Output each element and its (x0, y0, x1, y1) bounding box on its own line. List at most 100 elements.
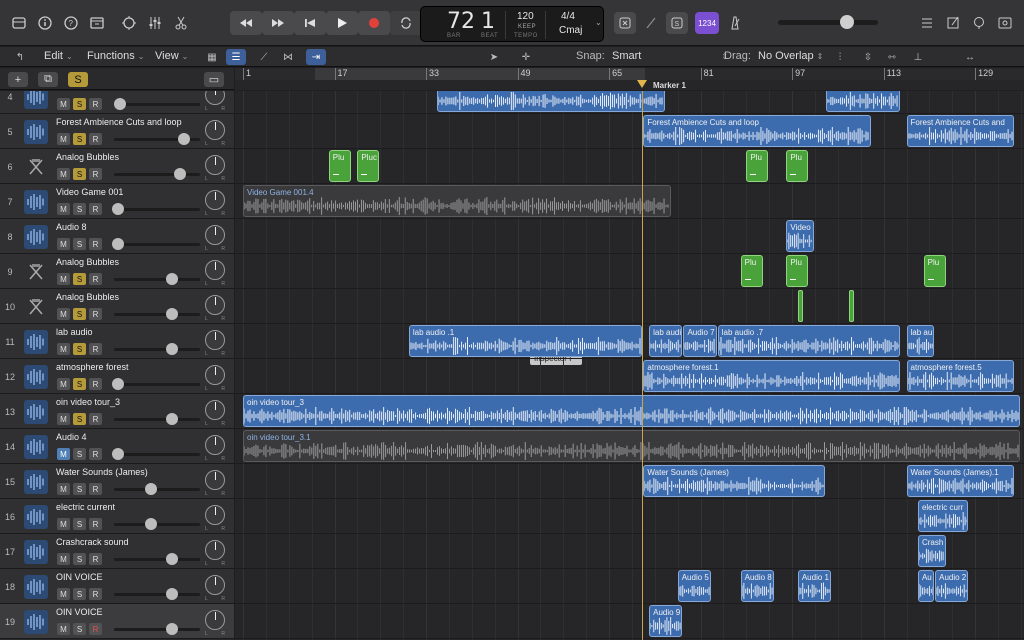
pan-knob[interactable] (205, 610, 225, 630)
solo-button[interactable]: S (73, 623, 86, 635)
midi-region[interactable]: Pluc (357, 150, 380, 182)
track-header[interactable]: 5 Forest Ambience Cuts and loop M S R L R (0, 114, 234, 149)
solo-button[interactable]: S (73, 343, 86, 355)
volume-knob[interactable] (145, 518, 158, 530)
audio-region[interactable]: electric curr (917, 500, 969, 532)
pan-knob[interactable] (205, 505, 225, 525)
master-volume-slider[interactable] (778, 20, 878, 25)
functions-menu[interactable]: Functions ⌄ (87, 50, 144, 62)
metronome-icon[interactable] (724, 12, 746, 34)
audio-region[interactable]: atmosphere forest.5 (906, 360, 1015, 392)
solo-button[interactable]: S (73, 98, 86, 110)
midi-region[interactable]: Plu (923, 255, 946, 287)
track-name[interactable]: Forest Ambience Cuts and loop (56, 117, 182, 127)
view-menu[interactable]: View ⌄ (155, 50, 188, 62)
list-editors-icon[interactable] (916, 12, 938, 34)
audio-region[interactable]: Audio 8 (740, 570, 774, 602)
track-lane[interactable] (235, 149, 1024, 184)
audio-region[interactable]: Audio 1 (797, 570, 832, 602)
horizontal-zoom-slider-icon[interactable]: ↔ (960, 49, 980, 65)
editors-scissors-icon[interactable] (170, 12, 192, 34)
volume-slider[interactable] (114, 383, 200, 386)
record-enable-button[interactable]: R (89, 98, 102, 110)
pan-knob[interactable] (205, 330, 225, 350)
solo-button[interactable]: S (73, 483, 86, 495)
solo-icon[interactable]: S (666, 12, 688, 34)
volume-knob[interactable] (166, 308, 179, 320)
audio-region[interactable]: Video (786, 220, 814, 252)
solo-button[interactable]: S (73, 448, 86, 460)
mute-button[interactable]: M (57, 483, 70, 495)
cycle-icon[interactable] (390, 11, 422, 35)
mute-button[interactable]: M (57, 343, 70, 355)
volume-slider[interactable] (114, 243, 200, 246)
solo-button[interactable]: S (73, 308, 86, 320)
track-name[interactable]: oin video tour_3 (56, 397, 120, 407)
pan-knob[interactable] (205, 260, 225, 280)
global-solo-button[interactable]: S (68, 72, 88, 87)
mute-button[interactable]: M (57, 168, 70, 180)
vertical-zoom-slider-icon[interactable]: ⊥ (908, 49, 928, 65)
audio-region[interactable] (437, 91, 666, 112)
solo-button[interactable]: S (73, 518, 86, 530)
back-arrow-icon[interactable]: ↰ (10, 49, 30, 65)
track-header[interactable]: 14 Audio 4 MSR LR (0, 429, 234, 464)
vertical-zoom-icon[interactable]: ⇳ (858, 49, 878, 65)
fast-forward-button[interactable] (262, 11, 294, 35)
record-enable-button[interactable]: R (89, 448, 102, 460)
track-lane[interactable] (235, 254, 1024, 289)
catch-icon[interactable]: ⇥ (306, 49, 326, 65)
record-enable-button[interactable]: R (89, 553, 102, 565)
pan-knob[interactable] (205, 91, 225, 105)
audio-region[interactable]: lab audi (649, 325, 683, 357)
solo-button[interactable]: S (73, 413, 86, 425)
mute-button[interactable]: M (57, 308, 70, 320)
track-lane[interactable] (235, 219, 1024, 254)
pan-knob[interactable] (205, 295, 225, 315)
audio-region[interactable]: Water Sounds (James) (643, 465, 826, 497)
volume-knob[interactable] (177, 133, 190, 145)
record-enable-button[interactable]: R (89, 168, 102, 180)
record-button[interactable] (358, 11, 390, 35)
count-in-button[interactable]: 1234 (695, 12, 719, 34)
volume-knob[interactable] (166, 623, 179, 635)
horizontal-fit-icon[interactable]: ⇿ (882, 49, 902, 65)
volume-slider[interactable] (114, 628, 200, 631)
solo-button[interactable]: S (73, 133, 86, 145)
solo-button[interactable]: S (73, 588, 86, 600)
master-volume-knob[interactable] (840, 15, 854, 29)
edit-menu[interactable]: Edit ⌄ (44, 50, 73, 62)
track-header[interactable]: 19 OIN VOICE M S R L R (0, 604, 234, 639)
pan-knob[interactable] (205, 435, 225, 455)
volume-knob[interactable] (166, 588, 179, 600)
volume-slider[interactable] (114, 103, 200, 106)
volume-knob[interactable] (112, 378, 125, 390)
volume-slider[interactable] (114, 173, 200, 176)
track-lane[interactable] (235, 289, 1024, 324)
record-enable-button[interactable]: R (89, 273, 102, 285)
track-name[interactable]: Audio 4 (56, 432, 87, 442)
snap-select[interactable]: Smart ⇕ (612, 50, 728, 62)
pointer-tool-icon[interactable]: ➤ (484, 49, 504, 65)
midi-region[interactable] (797, 290, 803, 322)
crosshair-tool-icon[interactable]: ✛ (516, 49, 536, 65)
lcd-display[interactable]: 72 1 BAR BEAT 120 KEEP TEMPO 4/4 Cmaj ⌄ (420, 6, 604, 42)
track-name[interactable]: atmosphere forest (56, 362, 129, 372)
mute-button[interactable]: M (57, 273, 70, 285)
quick-help-icon[interactable]: ? (60, 12, 82, 34)
track-name[interactable]: Crashcrack sound (56, 537, 129, 547)
toolbar-icon[interactable] (86, 12, 108, 34)
record-enable-button[interactable]: R (89, 133, 102, 145)
replace-icon[interactable] (614, 12, 636, 34)
flex-icon[interactable]: ⋈ (278, 49, 298, 65)
audio-region[interactable]: Audio 9 (649, 605, 683, 637)
pan-knob[interactable] (205, 400, 225, 420)
audio-region[interactable]: oin video tour_3 (243, 395, 1020, 427)
volume-slider[interactable] (114, 558, 200, 561)
volume-slider[interactable] (114, 313, 200, 316)
volume-knob[interactable] (166, 553, 179, 565)
inspector-icon[interactable] (34, 12, 56, 34)
track-name[interactable]: OIN VOICE (56, 572, 103, 582)
midi-region[interactable] (849, 290, 855, 322)
audio-region[interactable]: Forest Ambience Cuts and loop (643, 115, 872, 147)
